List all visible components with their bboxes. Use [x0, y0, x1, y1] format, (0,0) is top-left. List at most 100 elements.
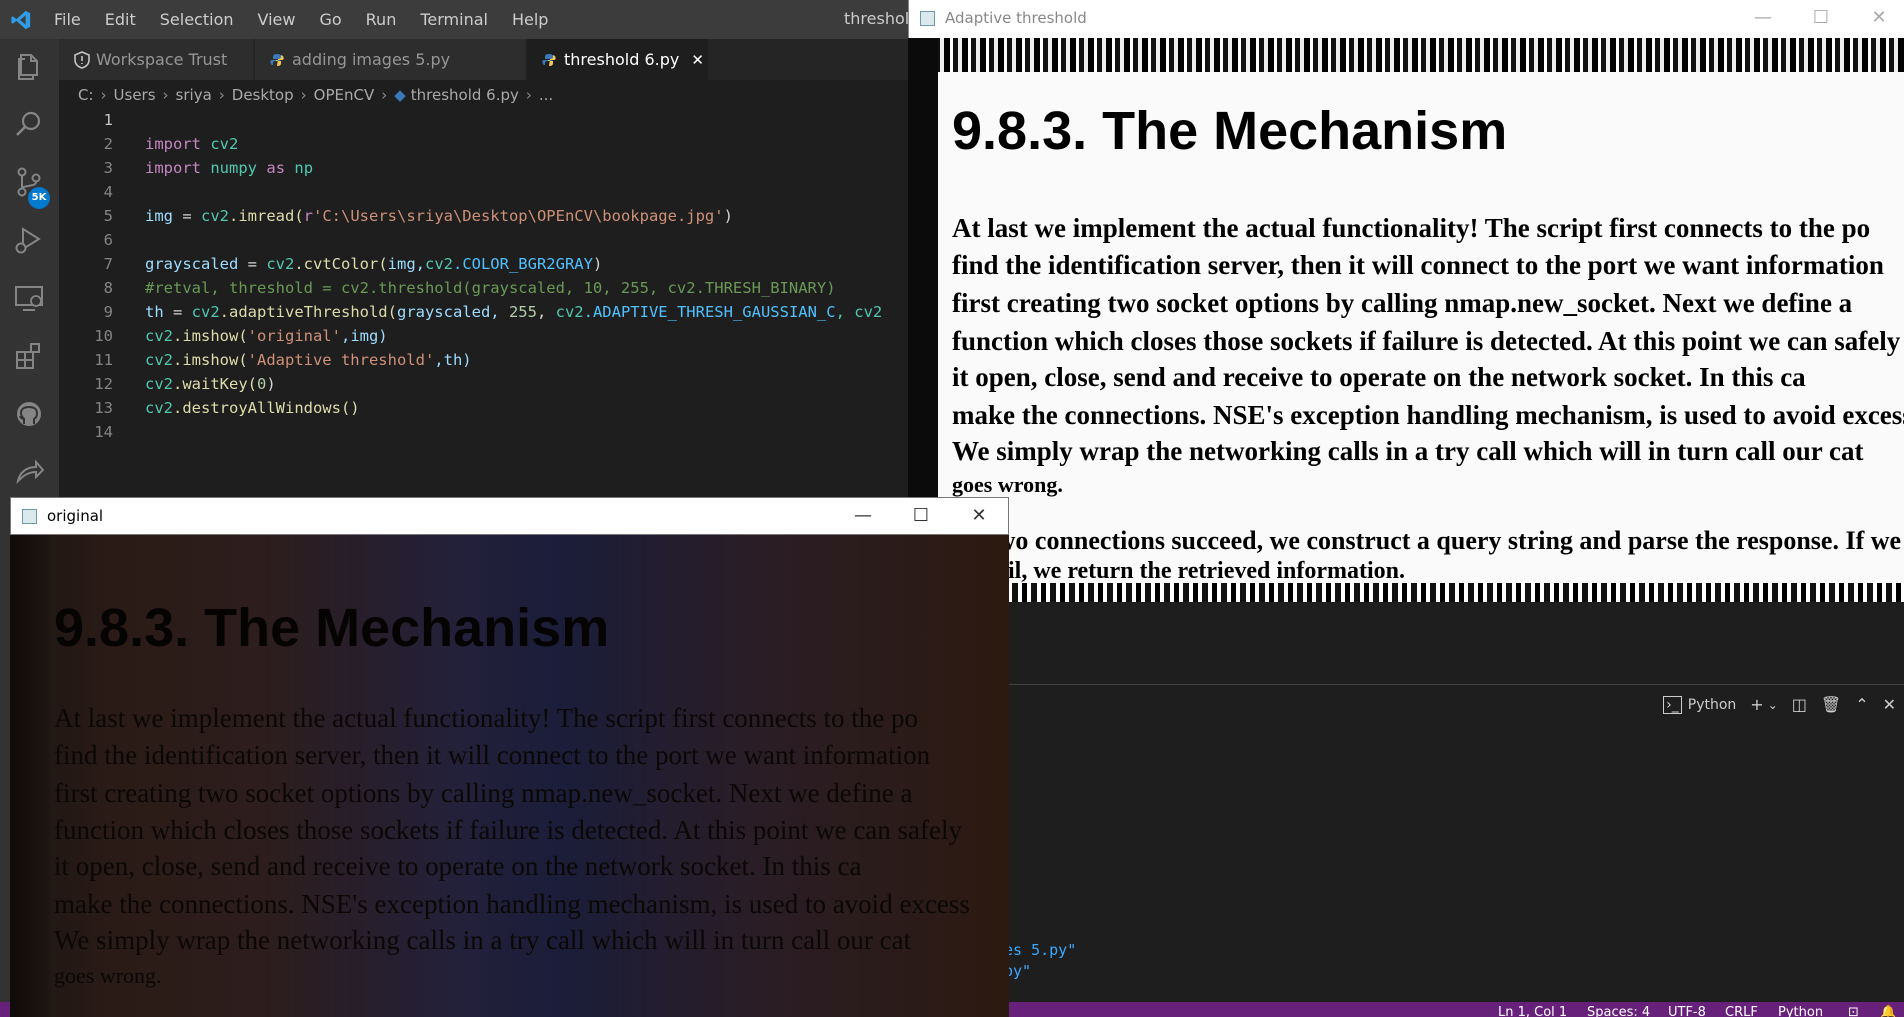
book-text-line: it open, close, send and receive to oper… [952, 362, 1806, 392]
book-text-line: first creating two socket options by cal… [952, 288, 1853, 318]
run-debug-icon[interactable] [12, 223, 46, 257]
code-line[interactable]: th = cv2.adaptiveThreshold(grayscaled, 2… [145, 300, 882, 324]
breadcrumb-sriya[interactable]: sriya [176, 86, 212, 104]
python-icon [270, 53, 284, 66]
close-icon[interactable]: ✕ [967, 505, 991, 526]
breadcrumb-desktop[interactable]: Desktop [232, 86, 294, 104]
breadcrumb-drive[interactable]: C: [78, 86, 94, 104]
book-text-line: find the identification server, then it … [54, 740, 931, 770]
explorer-icon[interactable] [12, 49, 46, 83]
split-terminal-icon[interactable]: ◫ [1792, 695, 1807, 714]
code-line[interactable]: #retval, threshold = cv2.threshold(grays… [145, 276, 836, 300]
book-text-line: two connections succeed, we construct a … [988, 526, 1902, 555]
line-number: 13 [94, 399, 113, 417]
book-text-line: it open, close, send and receive to oper… [54, 851, 862, 881]
chevron-down-icon[interactable]: ⌄ [1768, 698, 1778, 712]
line-number: 12 [94, 375, 113, 393]
menu-file[interactable]: File [42, 10, 93, 29]
menu-run[interactable]: Run [354, 10, 409, 29]
line-number: 8 [103, 279, 113, 297]
code-line[interactable]: import numpy as np [145, 156, 313, 180]
feedback-icon[interactable]: ⊡ [1848, 1002, 1859, 1017]
minimize-icon[interactable]: — [851, 505, 875, 526]
line-number: 2 [103, 135, 113, 153]
line-number: 10 [94, 327, 113, 345]
code-line[interactable]: img = cv2.imread(r'C:\Users\sriya\Deskto… [145, 204, 733, 228]
breadcrumb-users[interactable]: Users [114, 86, 156, 104]
live-share-icon[interactable] [12, 455, 46, 489]
book-text-line: function which closes those sockets if f… [952, 326, 1901, 356]
tab-workspace-trust[interactable]: Workspace Trust [59, 39, 253, 80]
menu-go[interactable]: Go [307, 10, 353, 29]
code-line[interactable]: import cv2 [145, 132, 238, 156]
line-number: 5 [103, 207, 113, 225]
code-line[interactable]: grayscaled = cv2.cvtColor(img,cv2.COLOR_… [145, 252, 602, 276]
status-cursor-position[interactable]: Ln 1, Col 1 [1498, 1002, 1567, 1017]
original-window-title: original [47, 507, 104, 525]
breadcrumb-symbol[interactable]: ... [539, 86, 553, 104]
book-heading: 9.8.3. The Mechanism [54, 598, 610, 658]
maximize-panel-icon[interactable]: ⌃ [1855, 695, 1868, 714]
search-icon[interactable] [12, 107, 46, 141]
trash-icon[interactable]: 🗑 [1821, 695, 1841, 714]
breadcrumb-file[interactable]: threshold 6.py [411, 86, 519, 104]
add-terminal-icon[interactable]: + [1750, 695, 1763, 714]
image-top-noise [908, 38, 1904, 72]
minimize-icon[interactable]: — [1751, 7, 1775, 28]
chevron-right-icon: › [218, 86, 225, 104]
adaptive-window-titlebar[interactable]: Adaptive threshold — ☐ ✕ [908, 0, 1904, 38]
book-heading: 9.8.3. The Mechanism [952, 101, 1508, 161]
book-text-line: goes wrong. [952, 472, 1063, 497]
opencv-window-icon [920, 11, 935, 26]
code-line[interactable]: cv2.imshow('original',img) [145, 324, 388, 348]
maximize-icon[interactable]: ☐ [909, 505, 933, 526]
book-text-line: fail, we return the retrieved informatio… [988, 558, 1406, 584]
menu-view[interactable]: View [246, 10, 308, 29]
book-text-line: find the identification server, then it … [952, 250, 1884, 280]
close-panel-icon[interactable]: ✕ [1883, 695, 1896, 714]
close-icon[interactable]: ✕ [1867, 7, 1891, 28]
vscode-logo-icon [11, 10, 31, 30]
status-encoding[interactable]: UTF-8 [1668, 1002, 1706, 1017]
tab-label: Workspace Trust [96, 50, 228, 69]
remote-explorer-icon[interactable] [12, 281, 46, 315]
source-control-badge: 5K [28, 187, 50, 209]
line-number: 1 [103, 111, 113, 129]
book-text-line: We simply wrap the networking calls in a… [54, 925, 912, 955]
code-line[interactable]: cv2.imshow('Adaptive threshold',th) [145, 348, 472, 372]
github-icon[interactable] [12, 397, 46, 431]
terminal-profile[interactable]: Python [1688, 697, 1737, 713]
extensions-icon[interactable] [12, 339, 46, 373]
tab-threshold[interactable]: threshold 6.py ✕ [527, 39, 708, 80]
menu-edit[interactable]: Edit [93, 10, 148, 29]
book-text-line: make the connections. NSE's exception ha… [952, 400, 1904, 430]
book-text-line: We simply wrap the networking calls in a… [952, 436, 1864, 466]
status-language[interactable]: Python [1778, 1002, 1823, 1017]
status-eol[interactable]: CRLF [1725, 1002, 1758, 1017]
menu-terminal[interactable]: Terminal [408, 10, 500, 29]
terminal-output-line: es 5.py" [1004, 941, 1077, 959]
close-tab-icon[interactable]: ✕ [691, 51, 704, 69]
image-bottom-noise [908, 583, 1904, 602]
notifications-icon[interactable]: 🔔 [1880, 1002, 1896, 1017]
code-line[interactable]: cv2.destroyAllWindows() [145, 396, 360, 420]
adaptive-window-title: Adaptive threshold [945, 9, 1087, 27]
code-line[interactable]: cv2.waitKey(0) [145, 372, 276, 396]
line-number: 11 [94, 351, 113, 369]
adaptive-threshold-image: 9.8.3. The Mechanism At last we implemen… [908, 38, 1904, 602]
chevron-right-icon: › [100, 86, 107, 104]
opencv-window-icon [22, 509, 37, 524]
line-number: 14 [94, 423, 113, 441]
original-window-titlebar[interactable]: original — ☐ ✕ [10, 497, 1009, 535]
book-text-line: make the connections. NSE's exception ha… [54, 889, 970, 919]
maximize-icon[interactable]: ☐ [1809, 7, 1833, 28]
breadcrumb-opencv[interactable]: OPEnCV [314, 86, 375, 104]
tab-adding-images[interactable]: adding images 5.py [255, 39, 525, 80]
book-text-line: first creating two socket options by cal… [54, 778, 913, 808]
status-indentation[interactable]: Spaces: 4 [1587, 1002, 1650, 1017]
line-number: 7 [103, 255, 113, 273]
menu-selection[interactable]: Selection [148, 10, 246, 29]
terminal-panel: ›_ Python + ⌄ ◫ 🗑 ⌃ ✕ [1008, 684, 1904, 1003]
line-number: 4 [103, 183, 113, 201]
menu-help[interactable]: Help [500, 10, 560, 29]
